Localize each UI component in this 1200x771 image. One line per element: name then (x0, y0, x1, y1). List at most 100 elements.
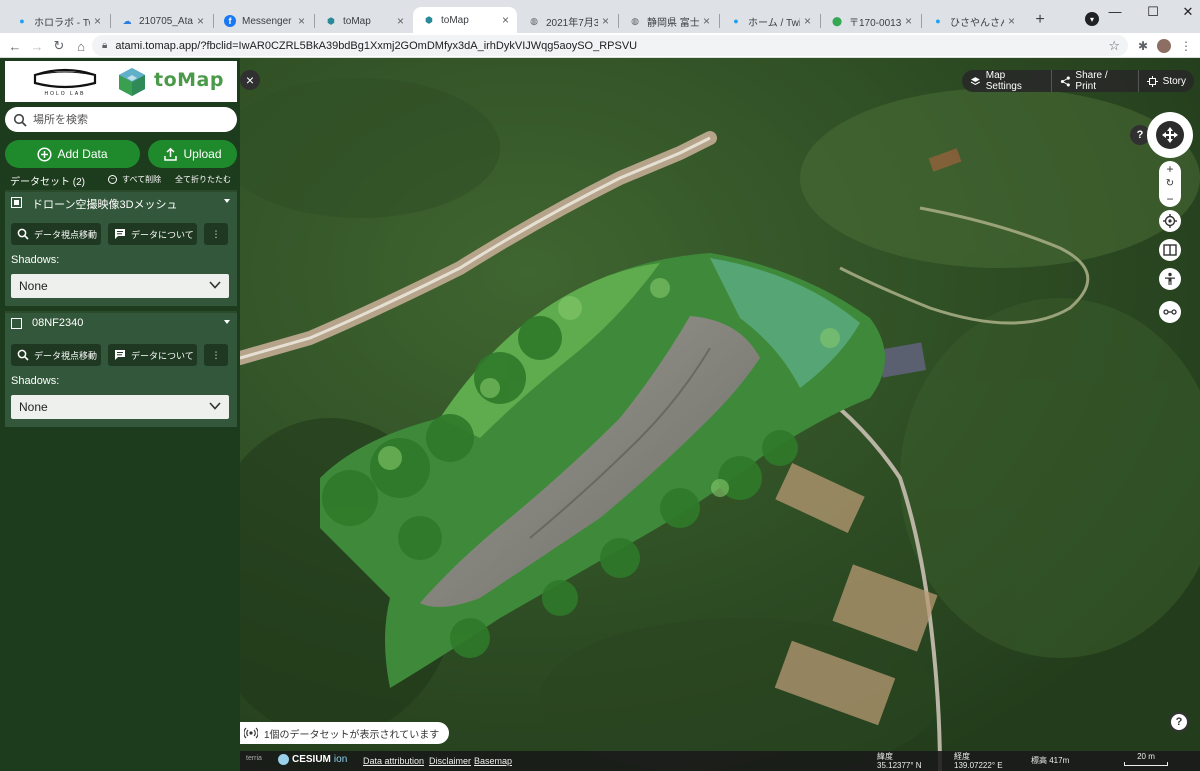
close-tab-icon[interactable]: × (602, 14, 609, 28)
lock-icon[interactable]: 🔒︎ (102, 40, 107, 51)
reset-view-icon[interactable]: ↻ (1166, 178, 1174, 189)
search-input[interactable] (33, 113, 223, 126)
back-arrow-icon[interactable]: ← (6, 37, 24, 55)
logo-banner: HOLO LAB toMap (5, 61, 237, 102)
maps-pin-icon: ⬤ (831, 15, 843, 26)
satellite-terrain[interactable] (240, 58, 1200, 771)
reload-icon[interactable]: ↻ (50, 37, 68, 55)
search-icon (17, 349, 29, 361)
browser-tab[interactable]: ● ホーム / Twitter× (720, 9, 819, 33)
maximize-button[interactable]: ☐ (1143, 4, 1163, 20)
dataset-visibility-checkbox[interactable] (11, 197, 22, 208)
measure-tool-button[interactable] (1159, 301, 1181, 323)
zoom-in-button[interactable]: + (1166, 162, 1173, 176)
shadows-select[interactable]: None (11, 274, 229, 298)
map-settings-button[interactable]: Map Settings (962, 70, 1051, 92)
my-location-button[interactable] (1159, 210, 1181, 232)
dataset-header[interactable]: ドローン空撮映像3Dメッシュ (5, 192, 237, 214)
chevron-down-icon[interactable] (224, 320, 230, 324)
dataset-status-pill[interactable]: 1個のデータセットが表示されています (240, 722, 450, 744)
browser-tab-active[interactable]: ⬢ toMap × (413, 7, 517, 33)
new-tab-button[interactable]: + (1030, 10, 1050, 30)
shadows-select[interactable]: None (11, 395, 229, 419)
browser-tab[interactable]: ⬤ 〒170-0013 東京× (821, 9, 920, 33)
street-view-button[interactable] (1159, 268, 1181, 290)
browser-tab[interactable]: ☁ 210705_Atami_D× (111, 9, 212, 33)
shadows-label: Shadows: (11, 254, 60, 266)
collapse-all-button[interactable]: 全て折りたたむ (175, 174, 231, 185)
home-icon[interactable]: ⌂ (72, 37, 90, 55)
dataset-visibility-checkbox[interactable] (11, 318, 22, 329)
datasets-count: データセット (2) (10, 177, 85, 188)
disclaimer-link[interactable]: Disclaimer (429, 756, 471, 766)
upload-label: Upload (183, 147, 222, 161)
broadcast-icon (244, 727, 258, 739)
dataset-item: 08NF2340 データ視点移動 データについて ⋮ Shadows: None (5, 311, 237, 427)
browser-tab[interactable]: ● ひさやんさん (@ai× (922, 9, 1023, 33)
close-tab-icon[interactable]: × (1008, 14, 1015, 28)
close-tab-icon[interactable]: × (397, 14, 404, 28)
browser-tab[interactable]: ● ホロラボ - Twitter× (6, 9, 109, 33)
close-tab-icon[interactable]: × (298, 14, 305, 28)
close-tab-icon[interactable]: × (703, 14, 710, 28)
dataset-name: 08NF2340 (32, 317, 84, 329)
help-button[interactable]: ? (1169, 712, 1189, 732)
location-search[interactable] (5, 107, 237, 132)
window-close-button[interactable]: ✕ (1178, 4, 1198, 20)
move-arrows-icon (1156, 121, 1184, 149)
browser-tab[interactable]: ◍ 2021年7月3日静× (518, 9, 617, 33)
browser-tab[interactable]: ⬢ toMap × (315, 9, 412, 33)
address-bar[interactable]: 🔒︎ atami.tomap.app/?fbclid=IwAR0CZRL5BkA… (92, 35, 1128, 56)
cesium-ion-logo[interactable]: CESIUM ion (278, 754, 347, 765)
tomap-icon: ⬢ (425, 14, 433, 25)
latitude-readout: 緯度 35.12377° N (877, 752, 922, 770)
dataset-item: ドローン空撮映像3Dメッシュ データ視点移動 データについて ⋮ Shadows… (5, 190, 237, 306)
upload-button[interactable]: Upload (148, 140, 237, 168)
split-view-button[interactable] (1159, 239, 1181, 261)
profile-avatar[interactable] (1157, 39, 1171, 53)
remove-all-button[interactable]: − すべて削除 (108, 174, 161, 185)
map-top-menu: Map Settings Share / Print Story (962, 70, 1194, 92)
datasets-header: データセット (2) − すべて削除 全て折りたたむ (10, 172, 236, 188)
url-text[interactable]: atami.tomap.app/?fbclid=IwAR0CZRL5BkA39b… (115, 40, 637, 52)
zoom-to-data-button[interactable]: データ視点移動 (11, 344, 101, 366)
menu-kebab-icon[interactable]: ⋮ (1177, 37, 1195, 55)
split-screen-icon (1163, 244, 1177, 256)
zoom-out-button[interactable]: − (1166, 192, 1173, 206)
add-data-button[interactable]: Add Data (5, 140, 140, 168)
browser-tabstrip: ● ホロラボ - Twitter× ☁ 210705_Atami_D× f Me… (0, 0, 1200, 33)
browser-toolbar: ← → ↻ ⌂ 🔒︎ atami.tomap.app/?fbclid=IwAR0… (0, 33, 1200, 58)
tomap-cube-logo (119, 68, 145, 96)
bookmark-star-icon[interactable]: ☆ (1108, 38, 1120, 54)
holo-lab-logo: HOLO LAB (33, 68, 97, 97)
close-tab-icon[interactable]: × (502, 13, 509, 27)
minimize-button[interactable]: — (1105, 4, 1125, 19)
compass-control[interactable] (1147, 112, 1193, 158)
basemap-link[interactable]: Basemap (474, 756, 512, 766)
tab-search-icon[interactable]: ▾ (1085, 12, 1099, 26)
share-print-button[interactable]: Share / Print (1050, 70, 1138, 92)
zoom-to-data-button[interactable]: データ視点移動 (11, 223, 101, 245)
chevron-down-icon[interactable] (224, 199, 230, 203)
story-button[interactable]: Story (1137, 70, 1194, 92)
tomap-wordmark: toMap (154, 69, 224, 91)
chevron-down-icon (209, 402, 221, 410)
browser-tab[interactable]: f Messenger | Fac× (214, 9, 313, 33)
extensions-puzzle-icon[interactable]: ✱ (1134, 37, 1152, 55)
close-tab-icon[interactable]: × (94, 14, 101, 28)
map-footer: terria CESIUM ion Data attribution Discla… (240, 751, 1200, 771)
dataset-header[interactable]: 08NF2340 (5, 313, 237, 335)
more-options-kebab-icon[interactable]: ⋮ (204, 344, 228, 366)
more-options-kebab-icon[interactable]: ⋮ (204, 223, 228, 245)
close-tab-icon[interactable]: × (197, 14, 204, 28)
browser-tab[interactable]: ◍ 静岡県 富士山× (619, 9, 718, 33)
about-data-button[interactable]: データについて (108, 344, 197, 366)
map-viewer[interactable]: × Map Settings Share / Print Story ? + ↻… (240, 58, 1200, 771)
about-data-button[interactable]: データについて (108, 223, 197, 245)
data-attribution-link[interactable]: Data attribution (363, 756, 424, 766)
close-tab-icon[interactable]: × (905, 14, 912, 28)
close-panel-icon[interactable]: × (240, 70, 260, 90)
close-tab-icon[interactable]: × (804, 14, 811, 28)
forward-arrow-icon[interactable]: → (28, 37, 46, 55)
elevation-readout: 標高 417m (1031, 756, 1070, 765)
